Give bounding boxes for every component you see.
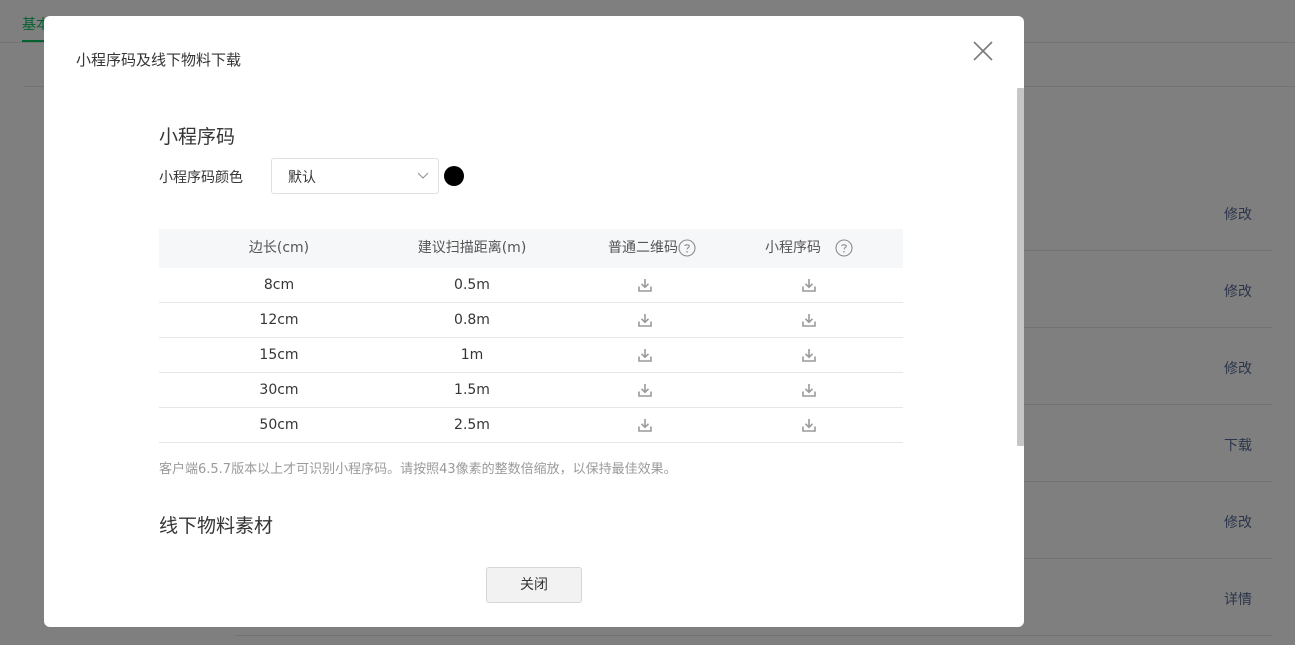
cell-size: 12cm [259, 312, 299, 328]
section-title-qrcode: 小程序码 [159, 126, 236, 148]
dialog-title: 小程序码及线下物料下载 [76, 51, 242, 69]
download-icon[interactable] [637, 417, 653, 433]
column-header-miniprogram-code: 小程序码 [765, 240, 821, 256]
question-circle-icon[interactable] [835, 239, 853, 257]
close-button[interactable]: 关闭 [486, 567, 582, 603]
table-row: 12cm 0.8m [159, 303, 903, 338]
download-icon[interactable] [801, 312, 817, 328]
download-icon[interactable] [637, 312, 653, 328]
cell-size: 30cm [259, 382, 299, 398]
cell-distance: 1.5m [454, 382, 490, 398]
chevron-down-icon [417, 172, 429, 179]
cell-distance: 0.8m [454, 312, 490, 328]
download-icon[interactable] [801, 382, 817, 398]
table-row: 30cm 1.5m [159, 373, 903, 408]
select-value: 默认 [288, 170, 316, 186]
cell-size: 8cm [263, 277, 295, 293]
qrcode-color-select[interactable]: 默认 [271, 158, 439, 194]
section-title-offline-materials: 线下物料素材 [159, 515, 274, 537]
download-icon[interactable] [637, 382, 653, 398]
download-icon[interactable] [637, 347, 653, 363]
cell-distance: 1m [460, 347, 484, 363]
dialog-scrollbar[interactable] [1017, 88, 1024, 446]
table-row: 50cm 2.5m [159, 408, 903, 443]
close-icon[interactable] [970, 38, 996, 64]
column-header-size: 边长(cm) [248, 240, 310, 256]
download-icon[interactable] [637, 277, 653, 293]
download-icon[interactable] [801, 277, 817, 293]
qrcode-download-dialog: 小程序码及线下物料下载 小程序码 小程序码颜色 默认 边长(cm) 建议扫描距离… [44, 16, 1024, 627]
color-swatch[interactable] [444, 166, 464, 186]
cell-size: 50cm [259, 417, 299, 433]
column-header-distance: 建议扫描距离(m) [417, 240, 527, 256]
table-row: 8cm 0.5m [159, 268, 903, 303]
question-circle-icon[interactable] [678, 239, 696, 257]
cell-distance: 2.5m [454, 417, 490, 433]
qrcode-color-label: 小程序码颜色 [159, 170, 243, 186]
table-row: 15cm 1m [159, 338, 903, 373]
qrcode-download-table: 边长(cm) 建议扫描距离(m) 普通二维码 小程序码 8cm 0.5m 12c… [159, 229, 903, 443]
version-note: 客户端6.5.7版本以上才可识别小程序码。请按照43像素的整数倍缩放，以保持最佳… [159, 462, 677, 477]
cell-size: 15cm [259, 347, 299, 363]
download-icon[interactable] [801, 347, 817, 363]
table-header: 边长(cm) 建议扫描距离(m) 普通二维码 小程序码 [159, 229, 903, 268]
download-icon[interactable] [801, 417, 817, 433]
cell-distance: 0.5m [454, 277, 490, 293]
